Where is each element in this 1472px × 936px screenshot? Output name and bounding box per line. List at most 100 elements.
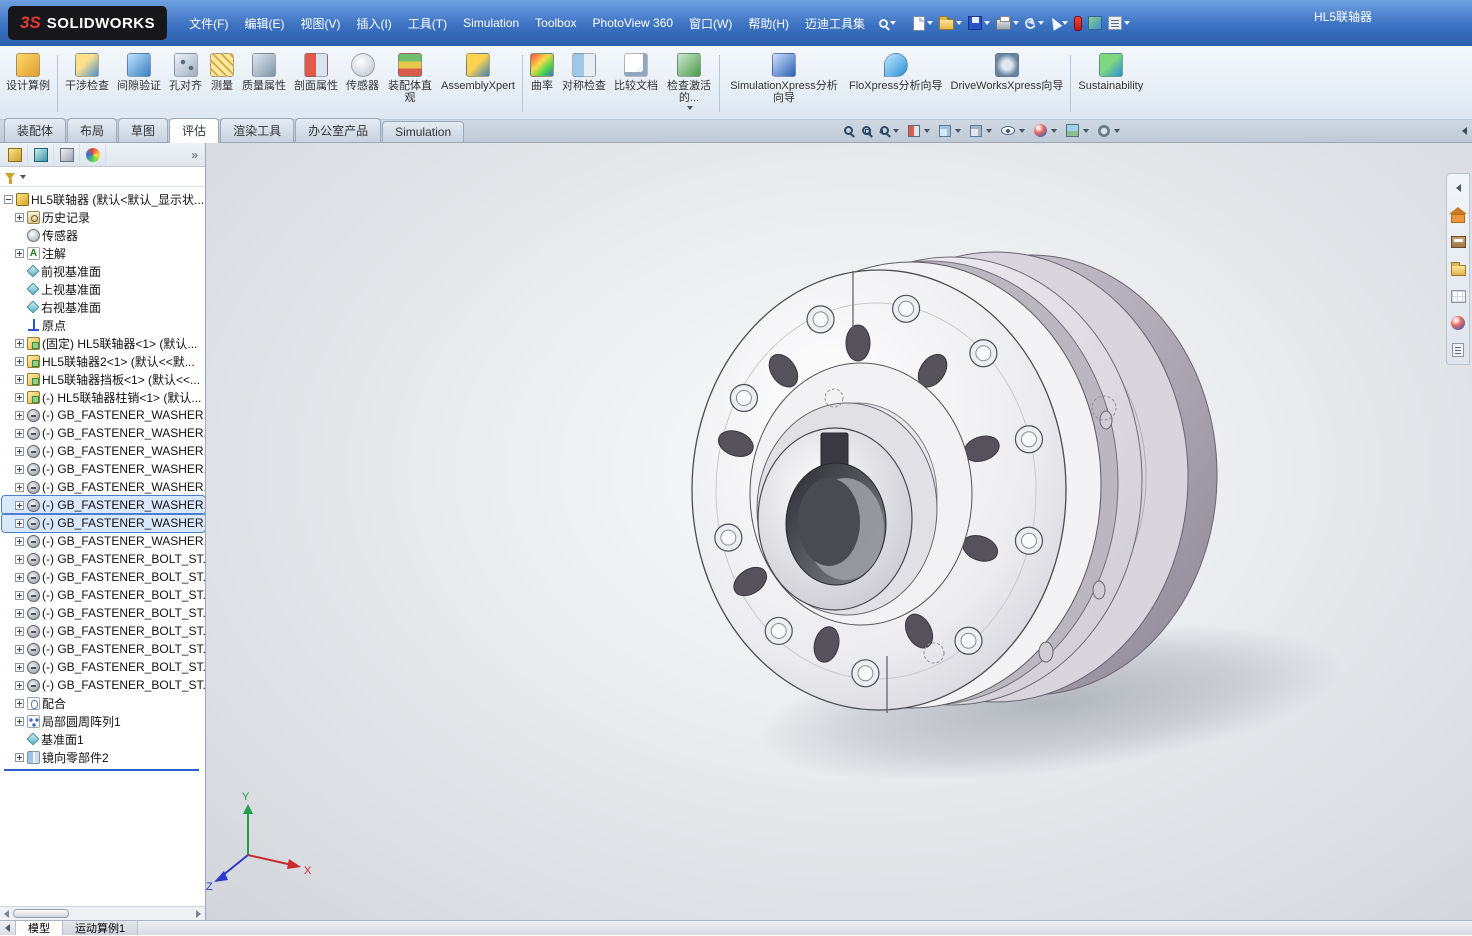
expand-toggle-icon[interactable] — [15, 752, 24, 762]
command-tab[interactable]: 评估 — [169, 118, 220, 143]
command-tab[interactable]: 布局 — [67, 118, 118, 142]
expand-toggle-icon[interactable] — [15, 392, 24, 402]
tree-item[interactable]: 前视基准面 — [2, 262, 205, 280]
tree-horizontal-scrollbar[interactable] — [0, 906, 205, 920]
save-button[interactable] — [965, 14, 993, 32]
tree-item[interactable]: (-) GB_FASTENER_BOLT_ST... — [2, 604, 205, 622]
tree-item[interactable]: HL5联轴器2<1> (默认<<默... — [2, 352, 205, 370]
zoom-fit-button[interactable] — [843, 125, 854, 136]
driveworks-button[interactable]: DriveWorksXpress向导 — [947, 49, 1068, 118]
expand-toggle-icon[interactable] — [15, 572, 24, 582]
tree-item[interactable]: HL5联轴器挡板<1> (默认<<... — [2, 370, 205, 388]
tree-item[interactable]: (-) GB_FASTENER_WASHER... — [2, 460, 205, 478]
configurationmanager-tab-tab[interactable] — [54, 144, 80, 165]
command-tab[interactable]: 草图 — [118, 118, 169, 142]
expand-toggle-icon[interactable] — [15, 680, 24, 690]
tree-item[interactable]: 传感器 — [2, 226, 205, 244]
menu-item[interactable]: Toolbox — [527, 13, 584, 33]
filter-funnel-icon[interactable] — [5, 173, 15, 185]
taskpane-collapse-arrow-icon[interactable] — [1462, 127, 1467, 135]
options-button[interactable] — [1105, 14, 1133, 32]
menu-item[interactable]: 视图(V) — [292, 12, 348, 35]
expand-toggle-icon[interactable] — [15, 212, 24, 222]
tree-item[interactable]: 右视基准面 — [2, 298, 205, 316]
expand-toggle-icon[interactable] — [15, 518, 24, 528]
command-tab[interactable]: Simulation — [382, 121, 465, 142]
tree-item[interactable]: (固定) HL5联轴器<1> (默认... — [2, 334, 205, 352]
menu-item[interactable]: 工具(T) — [400, 12, 455, 35]
check-active-button[interactable]: 检查激活的... — [662, 49, 716, 118]
file-explorer-button[interactable] — [1448, 260, 1468, 278]
edit-appearance-button[interactable] — [1033, 123, 1058, 138]
expand-toggle-icon[interactable] — [15, 464, 24, 474]
tree-item[interactable]: (-) GB_FASTENER_WASHER... — [2, 532, 205, 550]
expand-toggle-icon[interactable] — [15, 356, 24, 366]
displaymanager-tab-tab[interactable] — [80, 144, 106, 165]
appearance-button[interactable] — [1085, 14, 1105, 32]
expand-toggle-icon[interactable] — [15, 446, 24, 456]
statusbar-tab[interactable]: 模型 — [16, 921, 63, 935]
expand-toggle-icon[interactable] — [15, 410, 24, 420]
display-style-button[interactable] — [969, 124, 993, 138]
expand-panel-icon[interactable] — [186, 148, 203, 162]
menu-item[interactable]: Simulation — [455, 13, 527, 33]
tree-item[interactable]: (-) GB_FASTENER_WASHER... — [2, 406, 205, 424]
tree-item[interactable]: 镜向零部件2 — [2, 748, 205, 766]
new-document-button[interactable] — [910, 14, 936, 33]
menu-item[interactable]: PhotoView 360 — [585, 13, 682, 33]
section-view-button[interactable] — [907, 124, 931, 138]
rebuild-button[interactable] — [1071, 14, 1085, 33]
expand-toggle-icon[interactable] — [15, 536, 24, 546]
clearance-verify-button[interactable]: 间隙验证 — [113, 49, 165, 118]
expand-toggle-icon[interactable] — [15, 500, 24, 510]
simulationxpress-button[interactable]: SimulationXpress分析向导 — [723, 49, 845, 118]
measure-button[interactable]: 测量 — [206, 49, 238, 118]
expand-toggle-icon[interactable] — [15, 716, 24, 726]
expand-toggle-icon[interactable] — [15, 554, 24, 564]
expand-toggle-icon[interactable] — [15, 662, 24, 672]
section-properties-button[interactable]: 剖面属性 — [290, 49, 342, 118]
expand-toggle-icon[interactable] — [15, 626, 24, 636]
menu-item[interactable]: 窗口(W) — [681, 12, 740, 35]
open-button[interactable] — [936, 14, 965, 32]
assembly-xpert-button[interactable]: AssemblyXpert — [437, 49, 519, 118]
expand-toggle-icon[interactable] — [15, 590, 24, 600]
tree-item[interactable]: (-) GB_FASTENER_WASHER... — [2, 442, 205, 460]
collapse-panel-button[interactable] — [1448, 179, 1468, 197]
model-canvas[interactable]: Y X Z — [206, 143, 1472, 920]
assembly-visualization-button[interactable]: 装配体直观 — [383, 49, 437, 118]
sensor-button[interactable]: 传感器 — [342, 49, 383, 118]
tree-item[interactable]: (-) GB_FASTENER_WASHER... — [1, 495, 205, 515]
zoom-area-button[interactable] — [861, 125, 872, 136]
interference-check-button[interactable]: 干涉检查 — [61, 49, 113, 118]
tree-item[interactable]: (-) GB_FASTENER_BOLT_ST... — [2, 568, 205, 586]
tree-item[interactable]: 上视基准面 — [2, 280, 205, 298]
statusbar-tab[interactable]: 运动算例1 — [63, 921, 139, 935]
tree-item[interactable]: (-) HL5联轴器柱销<1> (默认... — [2, 388, 205, 406]
tab-scroll-left-icon[interactable] — [0, 921, 16, 935]
search-button[interactable] — [877, 17, 898, 30]
menu-item[interactable]: 插入(I) — [348, 12, 399, 35]
menu-item[interactable]: 文件(F) — [181, 12, 236, 35]
view-palette-button[interactable] — [1448, 287, 1468, 305]
solidworks-resources-button[interactable] — [1448, 206, 1468, 224]
sustainability-button[interactable]: Sustainability — [1074, 49, 1147, 118]
floxpress-button[interactable]: FloXpress分析向导 — [845, 49, 947, 118]
expand-toggle-icon[interactable] — [15, 374, 24, 384]
tree-item[interactable]: 基准面1 — [2, 730, 205, 748]
tree-item[interactable]: (-) GB_FASTENER_BOLT_ST... — [2, 676, 205, 694]
view-settings-button[interactable] — [1097, 124, 1121, 138]
select-button[interactable] — [1047, 15, 1071, 31]
hide-show-items-button[interactable] — [1000, 125, 1026, 136]
expand-toggle-icon[interactable] — [15, 428, 24, 438]
command-tab[interactable]: 渲染工具 — [220, 118, 295, 142]
graphics-viewport[interactable]: Y X Z — [206, 143, 1472, 920]
custom-properties-button[interactable] — [1448, 341, 1468, 359]
expand-toggle-icon[interactable] — [15, 482, 24, 492]
compare-documents-button[interactable]: 比较文档 — [610, 49, 662, 118]
tree-item[interactable]: (-) GB_FASTENER_WASHER... — [1, 513, 205, 533]
appearances-scenes-button[interactable] — [1448, 314, 1468, 332]
tree-item[interactable]: 配合 — [2, 694, 205, 712]
expand-toggle-icon[interactable] — [15, 248, 24, 258]
command-tab[interactable]: 办公室产品 — [295, 118, 382, 142]
